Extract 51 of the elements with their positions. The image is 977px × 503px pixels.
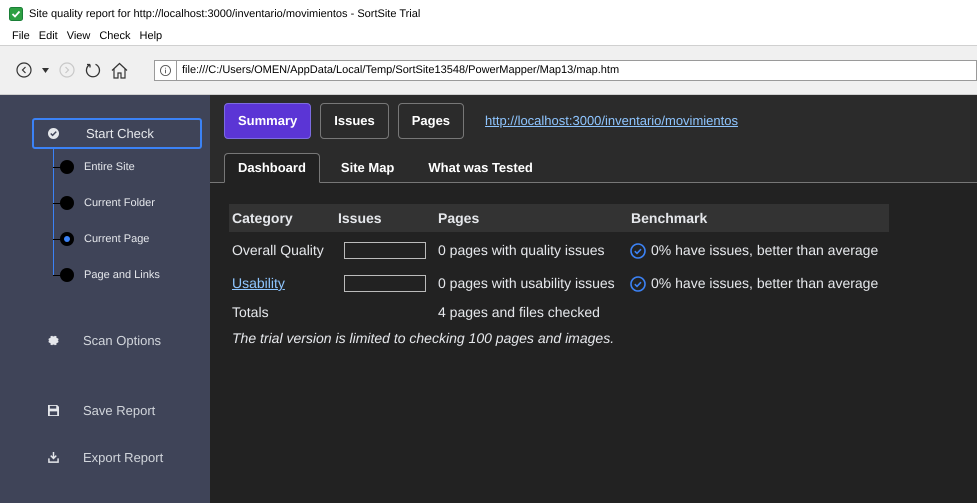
window-title: Site quality report for http://localhost:3000/inventario/movimientos - SortSite Trial (29, 6, 420, 22)
site-link[interactable]: http://localhost:3000/inventario/movimientos (485, 111, 738, 131)
info-icon (160, 64, 171, 76)
radio-button[interactable] (60, 196, 74, 210)
start-check-button[interactable]: Start Check (32, 118, 202, 149)
pages-text: 0 pages with usability issues (438, 274, 615, 293)
refresh-icon[interactable] (85, 62, 101, 78)
menu-item[interactable]: View (66, 28, 90, 45)
check-circle-icon (630, 242, 646, 258)
tab[interactable]: What was Tested (415, 153, 546, 183)
scope-label[interactable]: Current Page (84, 230, 150, 248)
caret-icon[interactable] (42, 68, 49, 72)
home-icon[interactable] (111, 62, 128, 78)
tab[interactable]: Site Map (328, 153, 408, 183)
address-field[interactable]: file:///C:/Users/OMEN/AppData/Local/Temp/SortSite13548/PowerMapper/Map13/map.htm (154, 60, 977, 80)
gear-icon (48, 335, 59, 346)
sidebar-action[interactable]: Export Report (0, 448, 210, 468)
benchmark-text: 0% have issues, better than average (651, 274, 878, 293)
sidebar-action[interactable]: Scan Options (0, 331, 210, 350)
trial-note: The trial version is limited to checking 100 pages and images. (231, 329, 616, 348)
scope-label[interactable]: Current Folder (84, 194, 155, 212)
totals-label: Totals (232, 303, 269, 322)
scope-label[interactable]: Page and Links (84, 266, 160, 284)
column-header: Issues (337, 208, 383, 228)
category-link[interactable]: Usability (232, 273, 285, 294)
check-circle-icon (48, 128, 59, 139)
totals-text: 4 pages and files checked (438, 303, 600, 322)
pages-text: 0 pages with quality issues (438, 241, 605, 260)
view-button[interactable]: Issues (320, 103, 389, 139)
menu-item[interactable]: File (12, 28, 30, 45)
menu-item[interactable]: Edit (38, 28, 58, 45)
sidebar-action[interactable]: Save Report (0, 400, 210, 420)
view-button[interactable]: Summary (224, 103, 312, 139)
checkmark-app-icon (9, 7, 23, 21)
view-button[interactable]: Pages (398, 103, 464, 139)
address-text: file:///C:/Users/OMEN/AppData/Local/Temp/SortSite13548/PowerMapper/Map13/map.htm (181, 62, 620, 78)
column-header: Category (231, 208, 294, 228)
tab[interactable]: Dashboard (224, 153, 320, 183)
radio-button[interactable] (60, 160, 74, 174)
back-icon[interactable] (16, 62, 32, 78)
benchmark-text: 0% have issues, better than average (651, 241, 878, 260)
download-icon (48, 452, 59, 464)
menu-item[interactable]: Check (99, 28, 131, 45)
radio-button[interactable] (60, 268, 74, 282)
check-circle-icon (630, 276, 646, 292)
column-header: Benchmark (630, 208, 708, 228)
radio-button[interactable] (60, 232, 74, 246)
menu-item[interactable]: Help (140, 28, 162, 45)
category-text: Overall Quality (232, 241, 324, 260)
column-header: Pages (437, 208, 480, 228)
scope-label[interactable]: Entire Site (84, 158, 135, 176)
